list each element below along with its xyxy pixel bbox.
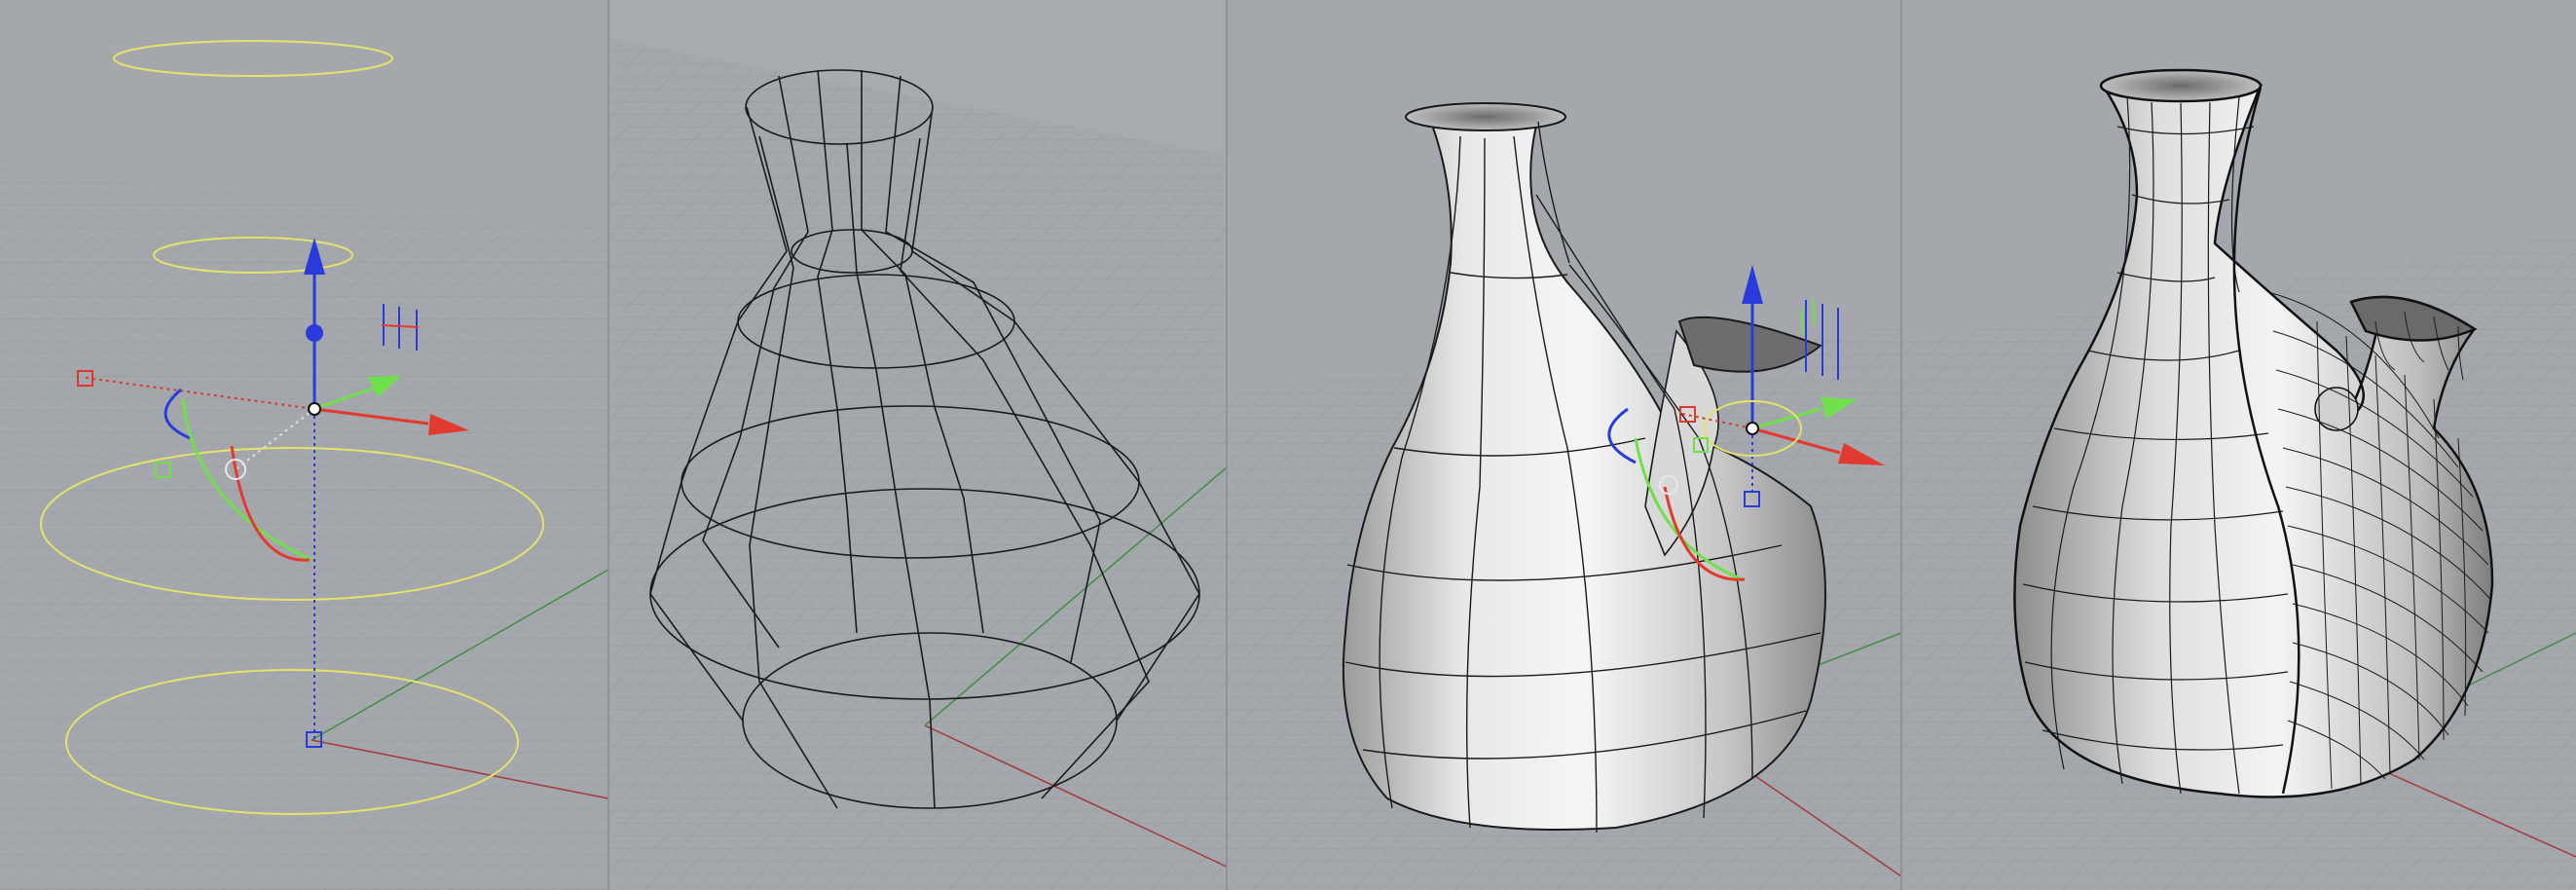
viewport-2-grid: [608, 39, 1227, 890]
vase-opening: [2099, 68, 2263, 103]
gumball-center: [308, 402, 321, 416]
gumball-center: [1746, 422, 1759, 435]
rhino-viewports-canvas[interactable]: [0, 0, 2576, 890]
viewport-1-grid: [0, 170, 608, 890]
viewport-2[interactable]: [608, 0, 1228, 890]
viewport-4[interactable]: [1901, 0, 2576, 890]
viewport-1[interactable]: [0, 0, 609, 890]
viewport-3[interactable]: [1227, 0, 1902, 890]
vase-opening: [1405, 102, 1566, 131]
scale-handle-z: [306, 324, 323, 342]
